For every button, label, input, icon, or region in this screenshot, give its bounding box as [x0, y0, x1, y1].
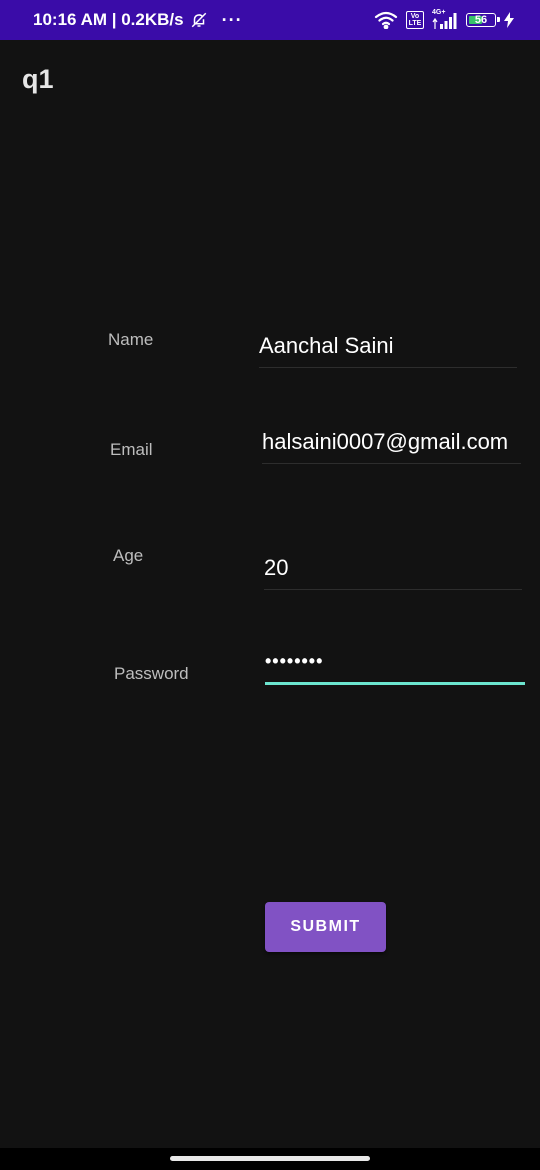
email-label: Email: [110, 440, 153, 459]
app-title: q1: [22, 64, 54, 94]
home-indicator[interactable]: [170, 1156, 370, 1161]
email-input[interactable]: halsaini0007@gmail.com: [262, 425, 521, 464]
battery-level: 56: [474, 14, 488, 26]
name-label: Name: [108, 330, 154, 349]
password-value: ••••••••: [265, 651, 324, 671]
wifi-icon: [374, 11, 398, 29]
network-type: 4G+: [432, 9, 446, 16]
more-dots: ···: [221, 9, 243, 30]
signal-icon: 4G+: [432, 9, 458, 30]
volte-icon: Vo LTE: [406, 11, 424, 29]
status-bar: 10:16 AM | 0.2KB/s ··· Vo LTE 4G+ 56: [0, 0, 540, 40]
email-value: halsaini0007@gmail.com: [262, 429, 509, 454]
name-value: Aanchal Saini: [259, 333, 394, 358]
age-label: Age: [113, 546, 144, 565]
status-left: 10:16 AM | 0.2KB/s ···: [33, 0, 243, 40]
age-value: 20: [264, 555, 289, 580]
navigation-bar: [0, 1148, 540, 1170]
name-input[interactable]: Aanchal Saini: [259, 330, 517, 368]
password-label: Password: [114, 664, 189, 683]
status-time-speed: 10:16 AM | 0.2KB/s: [33, 10, 184, 29]
submit-button[interactable]: SUBMIT: [265, 902, 386, 952]
status-right: Vo LTE 4G+ 56: [374, 0, 514, 40]
age-input[interactable]: 20: [264, 550, 522, 590]
charging-icon: [504, 12, 514, 28]
battery-icon: 56: [466, 13, 500, 27]
password-input[interactable]: ••••••••: [265, 645, 525, 685]
bell-off-icon: [191, 12, 206, 28]
